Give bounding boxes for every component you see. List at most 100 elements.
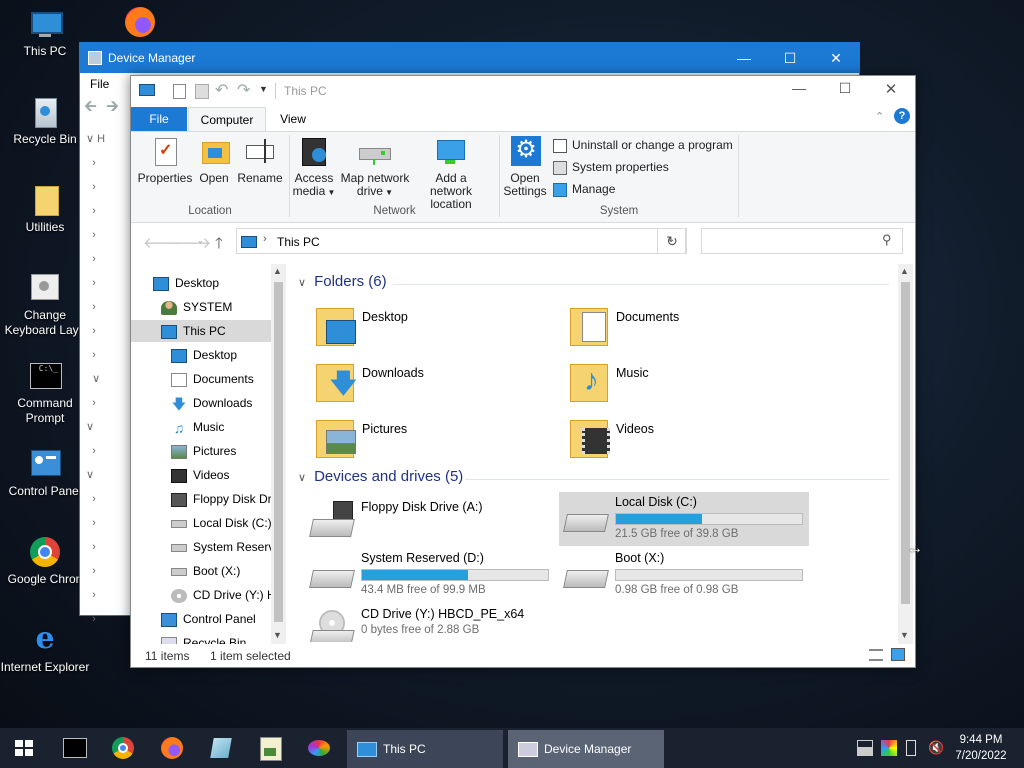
explorer-titlebar[interactable]: ↶ ↷ ▼ This PC — ☐ ✕ <box>131 76 915 106</box>
desktop-icon-control-panel[interactable]: Control Panel <box>0 448 90 499</box>
desktop-icon-recycle-bin[interactable]: Recycle Bin <box>0 96 90 147</box>
desktop-icon-utilities[interactable]: Utilities <box>0 184 90 235</box>
refresh-button[interactable]: ↻ <box>657 228 687 254</box>
properties-button[interactable]: ✓ Properties <box>137 136 193 185</box>
back-arrow-icon[interactable]: 🡰 <box>84 99 102 115</box>
scroll-down-icon[interactable]: ▼ <box>273 630 282 640</box>
search-input[interactable] <box>706 232 880 252</box>
scroll-up-icon[interactable]: ▲ <box>273 266 282 276</box>
tree-collapse-icon[interactable]: ∨ <box>86 463 130 487</box>
nav-item-desktop[interactable]: Desktop <box>153 272 219 294</box>
large-icons-view-icon[interactable] <box>891 648 905 661</box>
folder-pictures[interactable]: Pictures <box>314 416 564 466</box>
taskbar-app-this-pc[interactable]: This PC <box>347 730 503 768</box>
desktop-icon-this-pc[interactable]: This PC <box>0 8 90 59</box>
tree-expand-icon[interactable]: › <box>86 271 130 295</box>
tree-expand-icon[interactable]: › <box>86 607 130 631</box>
taskbar-app-6[interactable] <box>295 728 343 768</box>
search-box[interactable]: ⚲ <box>701 228 903 254</box>
recent-locations-icon[interactable]: ⌄ <box>197 236 204 245</box>
nav-item-music[interactable]: ♫ Music <box>171 416 225 438</box>
forward-button[interactable]: 🡒 <box>171 233 211 252</box>
desktop-icon-firefox[interactable] <box>95 6 185 42</box>
ribbon-collapse-icon[interactable]: ⌃ <box>875 110 884 123</box>
taskbar-app-4[interactable] <box>197 728 245 768</box>
drive-floppy-a[interactable]: Floppy Disk Drive (A:) <box>309 497 559 551</box>
drives-section-header[interactable]: ∨ Devices and drives (5) <box>298 468 463 485</box>
content-scrollbar[interactable]: ▲ ▼ <box>898 264 913 644</box>
folder-videos[interactable]: Videos <box>568 416 818 466</box>
open-button[interactable]: Open <box>195 136 233 185</box>
tab-file[interactable]: File <box>131 107 187 131</box>
rename-button[interactable]: Rename <box>235 136 285 185</box>
nav-item-local-disk-c[interactable]: Local Disk (C:) <box>171 512 272 534</box>
add-network-location-button[interactable]: Add a network location <box>413 136 489 211</box>
address-path[interactable]: This PC <box>277 235 320 249</box>
maximize-button[interactable]: ☐ <box>767 43 813 73</box>
system-properties-button[interactable]: System properties <box>553 158 669 176</box>
tree-expand-icon[interactable]: › <box>86 487 130 511</box>
taskbar-chrome[interactable] <box>99 728 147 768</box>
map-network-drive-button[interactable]: Map network drive ▼ <box>337 136 413 199</box>
nav-item-system-reserved[interactable]: System Reserve <box>171 536 281 558</box>
tree-expand-icon[interactable]: › <box>86 199 130 223</box>
nav-item-pictures[interactable]: Pictures <box>171 440 236 462</box>
tree-expand-icon[interactable]: › <box>86 247 130 271</box>
uninstall-program-button[interactable]: Uninstall or change a program <box>553 136 733 154</box>
folder-desktop[interactable]: Desktop <box>314 304 564 354</box>
tree-expand-icon[interactable]: › <box>86 559 130 583</box>
nav-item-control-panel[interactable]: Control Panel <box>161 608 256 630</box>
network-icon[interactable] <box>857 740 873 756</box>
nav-item-desktop-sub[interactable]: Desktop <box>171 344 237 366</box>
tree-expand-icon[interactable]: › <box>86 391 130 415</box>
open-settings-button[interactable]: ⚙ Open Settings <box>503 136 547 198</box>
nav-scrollbar[interactable]: ▲ ▼ <box>271 264 286 644</box>
redo-icon[interactable]: ↷ <box>237 80 250 100</box>
scroll-down-icon[interactable]: ▼ <box>900 630 909 640</box>
nav-item-floppy[interactable]: Floppy Disk Dri <box>171 488 274 510</box>
tree-collapse-icon[interactable]: ∨ H <box>86 127 130 151</box>
details-view-icon[interactable] <box>869 649 883 661</box>
nav-item-documents[interactable]: Documents <box>171 368 254 390</box>
access-media-button[interactable]: Access media ▼ <box>291 136 337 199</box>
maximize-button[interactable]: ☐ <box>825 80 865 97</box>
close-button[interactable]: ✕ <box>871 80 911 98</box>
tree-collapse-icon[interactable]: ∨ <box>86 367 130 391</box>
new-folder-small-icon[interactable] <box>195 84 209 99</box>
tree-expand-icon[interactable]: › <box>86 583 130 607</box>
tree-expand-icon[interactable]: › <box>86 295 130 319</box>
close-button[interactable]: ✕ <box>813 43 859 73</box>
desktop-icon-google-chrome[interactable]: Google Chron <box>0 536 90 587</box>
nav-item-videos[interactable]: Videos <box>171 464 229 486</box>
tree-expand-icon[interactable]: › <box>86 223 130 247</box>
tree-expand-icon[interactable]: › <box>86 535 130 559</box>
drive-system-reserved-d[interactable]: System Reserved (D:) 43.4 MB free of 99.… <box>309 548 559 602</box>
desktop-icon-command-prompt[interactable]: C:\_ Command Prompt <box>0 360 90 426</box>
nav-item-boot-x[interactable]: Boot (X:) <box>171 560 240 582</box>
taskbar-command-prompt[interactable] <box>50 728 98 768</box>
address-bar[interactable]: › This PC ⌄ <box>236 228 686 254</box>
tree-expand-icon[interactable]: › <box>86 319 130 343</box>
drive-local-c[interactable]: Local Disk (C:) 21.5 GB free of 39.8 GB <box>563 492 813 546</box>
drive-boot-x[interactable]: Boot (X:) 0.98 GB free of 0.98 GB <box>563 548 813 602</box>
drive-cd-y[interactable]: CD Drive (Y:) HBCD_PE_x64 0 bytes free o… <box>309 604 559 642</box>
device-manager-titlebar[interactable]: Device Manager — ☐ ✕ <box>80 43 859 73</box>
nav-scrollbar-thumb[interactable] <box>274 282 283 622</box>
tab-view[interactable]: View <box>271 107 315 131</box>
customize-qat-icon[interactable]: ▼ <box>259 84 268 94</box>
tab-computer[interactable]: Computer <box>188 107 266 132</box>
up-button[interactable]: 🡑 <box>215 233 223 258</box>
device-manager-menu-file[interactable]: File <box>90 77 109 91</box>
nav-item-cd-drive[interactable]: CD Drive (Y:) H <box>171 584 276 606</box>
forward-arrow-icon[interactable]: 🡲 <box>106 99 124 115</box>
display-icon[interactable] <box>881 740 897 756</box>
folder-music[interactable]: ♪ Music <box>568 360 818 410</box>
tree-expand-icon[interactable]: › <box>86 439 130 463</box>
folder-downloads[interactable]: 🡇 Downloads <box>314 360 564 410</box>
tree-expand-icon[interactable]: › <box>86 175 130 199</box>
nav-item-downloads[interactable]: 🡇 Downloads <box>171 392 253 414</box>
file-explorer-window[interactable]: ↶ ↷ ▼ This PC — ☐ ✕ File Computer View ⌃… <box>130 75 916 668</box>
folder-documents[interactable]: Documents <box>568 304 818 354</box>
nav-item-recycle-bin[interactable]: Recycle Bin <box>161 632 246 644</box>
taskbar-app-5[interactable] <box>246 728 294 768</box>
